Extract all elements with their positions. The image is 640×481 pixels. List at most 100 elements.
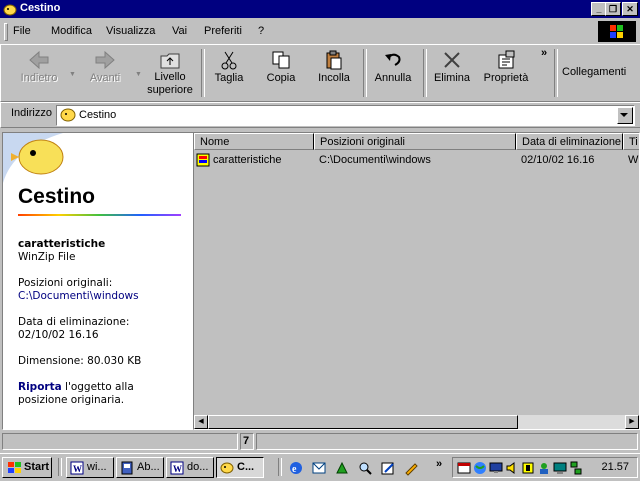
undo-button[interactable]: Annulla bbox=[369, 49, 417, 99]
toolbar-separator bbox=[201, 49, 205, 97]
original-location-label: Posizioni originali: bbox=[18, 277, 113, 289]
menu-favorites[interactable]: Preferiti bbox=[204, 25, 242, 37]
restore-text: l'oggetto alla bbox=[61, 381, 134, 393]
status-panel-main bbox=[2, 433, 238, 450]
taskbar-button-address-book[interactable]: Ab... bbox=[116, 457, 164, 478]
chevron-down-icon bbox=[620, 113, 628, 117]
connection-icon[interactable] bbox=[569, 461, 583, 475]
menu-grip[interactable] bbox=[4, 23, 8, 41]
clock[interactable]: 21.57 bbox=[601, 461, 629, 473]
word-document-icon: W bbox=[170, 461, 184, 475]
svg-text:e: e bbox=[292, 464, 297, 475]
original-location-link[interactable]: C:\Documenti\windows bbox=[18, 290, 139, 303]
system-tray: 21.57 bbox=[452, 457, 638, 478]
menu-go[interactable]: Vai bbox=[172, 25, 187, 37]
svg-text:W: W bbox=[173, 464, 182, 474]
deletion-date-value: 02/10/02 16.16 bbox=[18, 329, 99, 341]
outlook-icon[interactable] bbox=[311, 460, 327, 476]
menu-help[interactable]: ? bbox=[258, 25, 264, 37]
links-toolbar-label[interactable]: Collegamenti bbox=[562, 66, 626, 78]
start-button[interactable]: Start bbox=[2, 457, 52, 478]
window-title: Cestino bbox=[20, 2, 61, 14]
taskbar-button-recycle-bin[interactable]: C... bbox=[216, 457, 264, 478]
address-value: Cestino bbox=[79, 109, 117, 121]
row-date: 02/10/02 16.16 bbox=[521, 154, 595, 166]
taskbar-button-word-1[interactable]: W wi... bbox=[66, 457, 114, 478]
back-dropdown-arrow[interactable]: ▼ bbox=[69, 71, 76, 78]
taskbar: Start W wi... Ab... W do... C... e » 21.… bbox=[0, 453, 640, 481]
file-size-text: Dimensione: 80.030 KB bbox=[18, 355, 142, 367]
properties-icon bbox=[498, 50, 515, 69]
paste-icon bbox=[326, 50, 342, 70]
search-icon[interactable] bbox=[357, 460, 373, 476]
antivirus-icon[interactable] bbox=[521, 461, 535, 475]
menu-edit[interactable]: Modifica bbox=[51, 25, 92, 37]
puffer-fish-icon bbox=[3, 133, 64, 183]
taskbar-button-word-2[interactable]: W do... bbox=[166, 457, 214, 478]
address-bar: Indirizzo Cestino bbox=[0, 102, 640, 128]
channels-icon[interactable] bbox=[334, 460, 350, 476]
standard-toolbar: Indietro ▼ Avanti ▼ Livello superiore Ta… bbox=[0, 44, 640, 102]
menu-file[interactable]: File bbox=[13, 25, 31, 37]
up-level-button[interactable]: Livello superiore bbox=[143, 49, 197, 99]
scroll-right-button[interactable]: ▶ bbox=[625, 415, 639, 429]
volume-icon[interactable] bbox=[505, 461, 519, 475]
column-header-original-location[interactable]: Posizioni originali bbox=[314, 133, 516, 150]
toolbar-separator bbox=[363, 49, 367, 97]
menu-view[interactable]: Visualizza bbox=[106, 25, 155, 37]
windows-flag-icon bbox=[8, 462, 21, 473]
monitor-icon[interactable] bbox=[553, 461, 567, 475]
cut-button[interactable]: Taglia bbox=[207, 49, 251, 99]
forward-dropdown-arrow[interactable]: ▼ bbox=[135, 71, 142, 78]
scroll-thumb[interactable] bbox=[208, 415, 518, 429]
restore-line-1: Riporta l'oggetto alla bbox=[18, 381, 134, 394]
network-globe-icon[interactable] bbox=[473, 461, 487, 475]
restore-button[interactable]: ❐ bbox=[605, 2, 621, 16]
copy-icon bbox=[272, 51, 290, 69]
address-input[interactable]: Cestino bbox=[56, 105, 635, 126]
recycle-bin-icon bbox=[220, 462, 234, 474]
back-arrow-icon bbox=[29, 50, 49, 70]
selected-item-name: caratteristiche bbox=[18, 238, 106, 250]
svg-text:W: W bbox=[73, 464, 82, 474]
scroll-left-button[interactable]: ◀ bbox=[194, 415, 208, 429]
address-book-icon bbox=[121, 461, 133, 475]
address-label: Indirizzo bbox=[11, 107, 52, 119]
undo-icon bbox=[385, 53, 401, 66]
winzip-file-icon bbox=[196, 153, 210, 167]
address-dropdown-button[interactable] bbox=[617, 107, 633, 124]
row-location: C:\Documenti\windows bbox=[319, 154, 431, 166]
properties-button[interactable]: Proprietà bbox=[481, 49, 531, 99]
row-name: caratteristiche bbox=[213, 154, 282, 166]
toolbar-separator bbox=[554, 49, 558, 97]
paste-button[interactable]: Incolla bbox=[311, 49, 357, 99]
file-list-view[interactable]: Nome Posizioni originali Data di elimina… bbox=[193, 132, 640, 430]
delete-button[interactable]: Elimina bbox=[429, 49, 475, 99]
close-button[interactable]: ✕ bbox=[622, 2, 638, 16]
recycle-bin-icon bbox=[60, 108, 76, 122]
column-header-type[interactable]: Ti bbox=[623, 133, 639, 150]
pen-icon[interactable] bbox=[403, 460, 419, 476]
horizontal-scrollbar[interactable]: ◀ ▶ bbox=[194, 415, 639, 429]
forward-arrow-icon bbox=[95, 50, 115, 70]
menu-bar: File Modifica Visualizza Vai Preferiti ? bbox=[0, 20, 640, 42]
edit-icon[interactable] bbox=[380, 460, 396, 476]
selected-item-type: WinZip File bbox=[18, 251, 76, 263]
back-button[interactable]: Indietro bbox=[11, 49, 67, 99]
taskbar-separator bbox=[58, 458, 62, 476]
forward-button[interactable]: Avanti bbox=[77, 49, 133, 99]
restore-line-2: posizione originaria. bbox=[18, 394, 125, 406]
ie-browser-icon[interactable]: e bbox=[288, 460, 304, 476]
scheduler-icon[interactable] bbox=[457, 461, 471, 475]
toolbar-chevron[interactable]: » bbox=[541, 47, 547, 59]
title-bar[interactable]: Cestino _ ❐ ✕ bbox=[0, 0, 640, 18]
messenger-icon[interactable] bbox=[537, 461, 551, 475]
column-header-name[interactable]: Nome bbox=[194, 133, 314, 150]
copy-button[interactable]: Copia bbox=[259, 49, 303, 99]
column-header-deletion-date[interactable]: Data di eliminazione bbox=[516, 133, 623, 150]
word-document-icon: W bbox=[70, 461, 84, 475]
display-settings-icon[interactable] bbox=[489, 461, 503, 475]
restore-link[interactable]: Riporta bbox=[18, 381, 62, 393]
quick-launch-chevron[interactable]: » bbox=[436, 458, 442, 470]
up-folder-icon bbox=[160, 53, 180, 69]
